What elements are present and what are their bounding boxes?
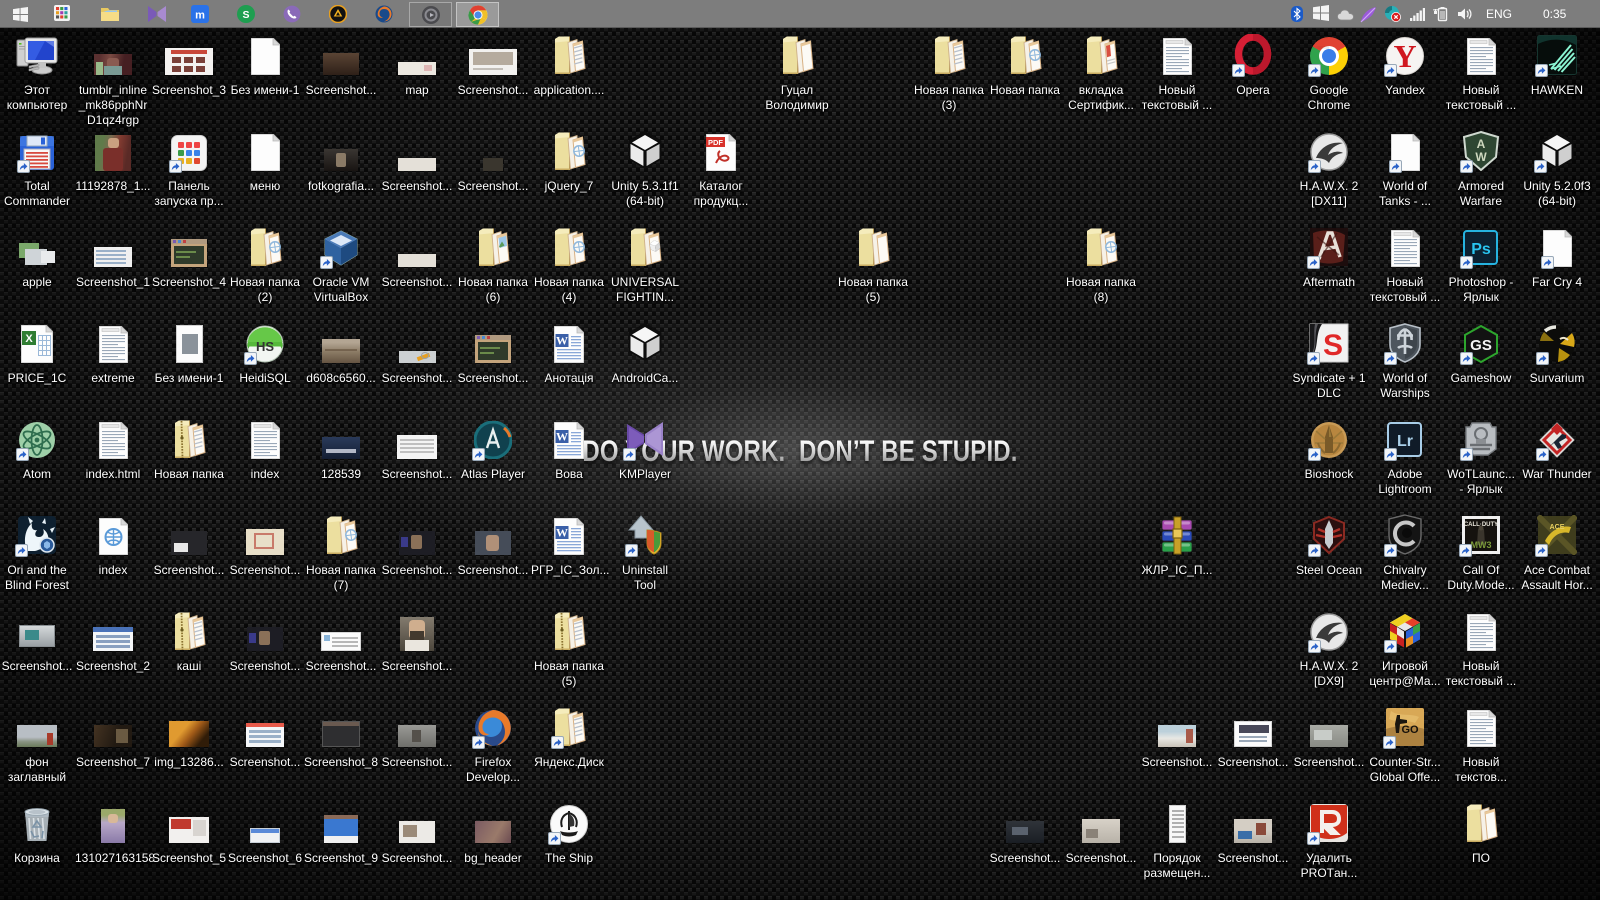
svg-text:m: m: [195, 10, 205, 22]
svg-text:ACE: ACE: [1550, 524, 1565, 531]
svg-text:GO: GO: [1401, 724, 1419, 736]
svg-text:GS: GS: [1470, 337, 1492, 354]
svg-text:W: W: [556, 334, 568, 348]
svg-text:W: W: [556, 526, 568, 540]
svg-text:Lr: Lr: [1397, 433, 1413, 450]
svg-text:S: S: [1323, 329, 1343, 362]
svg-text:A: A: [1477, 137, 1486, 151]
svg-text:Ps: Ps: [1471, 241, 1491, 258]
svg-text:MW3: MW3: [1471, 540, 1492, 550]
svg-text:HS: HS: [256, 339, 274, 354]
svg-text:PDF: PDF: [708, 138, 723, 147]
svg-text:W: W: [1475, 150, 1487, 164]
svg-text:S: S: [242, 9, 249, 21]
svg-text:W: W: [556, 430, 568, 444]
svg-text:X: X: [25, 333, 33, 345]
